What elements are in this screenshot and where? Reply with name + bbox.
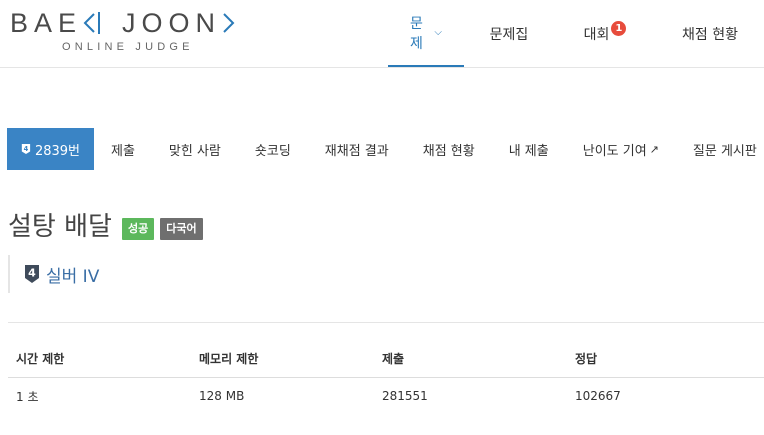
problem-title: 설탕 배달 [8,212,112,242]
cell-accepted: 102667 [575,389,621,403]
silver-tier-icon: 4 [21,144,31,154]
logo-subtitle: ONLINE JUDGE [62,41,194,53]
table-row: 1 초 128 MB 281551 102667 [8,378,764,415]
problem-menu: 4 2839번 제출 맞힌 사람 숏코딩 재채점 결과 채점 현황 내 제출 난… [7,128,764,170]
table-header-row: 시간 제한 메모리 제한 제출 정답 [8,340,764,378]
menu-submit[interactable]: 제출 [94,128,152,170]
header-accepted: 정답 [567,340,764,378]
external-link-icon: ↗ [649,142,659,156]
nav-problems[interactable]: 문제 ⌵ [388,0,464,67]
nav-status[interactable]: 채점 현황 [656,0,764,67]
cell-time-limit: 1 초 [16,389,39,404]
menu-problem-number[interactable]: 4 2839번 [7,128,94,170]
problem-info-table: 시간 제한 메모리 제한 제출 정답 1 초 128 MB 281551 102… [8,340,764,414]
logo-k-mark [83,12,101,34]
multilang-label[interactable]: 다국어 [160,217,203,240]
tier-label: 실버 IV [46,266,100,287]
cell-submissions: 281551 [382,389,428,403]
header-time-limit: 시간 제한 [8,340,191,378]
logo-wordmark: BAE JOON [10,8,237,39]
header-submissions: 제출 [374,340,567,378]
top-nav: 문제 ⌵ 문제집 대회 1 채점 현황 [388,0,764,67]
silver-tier-icon: 4 [25,265,39,283]
nav-workbook[interactable]: 문제집 [464,0,554,67]
svg-text:4: 4 [28,267,36,280]
svg-text:4: 4 [24,145,29,153]
menu-my-submissions[interactable]: 내 제출 [492,128,566,170]
logo-chevron-mark [223,13,235,33]
site-header: BAE JOON ONLINE JUDGE 문제 ⌵ 문제집 대회 1 채점 현황 [0,0,764,68]
nav-contest[interactable]: 대회 1 [554,0,656,67]
chevron-down-icon: ⌵ [434,27,442,38]
baekjoon-logo[interactable]: BAE JOON ONLINE JUDGE [10,8,260,58]
menu-question-board[interactable]: 질문 게시판 [676,128,764,170]
divider [8,322,764,323]
menu-judge-status[interactable]: 채점 현황 [406,128,492,170]
menu-accepted-users[interactable]: 맞힌 사람 [152,128,238,170]
menu-rejudge-results[interactable]: 재채점 결과 [308,128,406,170]
header-memory-limit: 메모리 제한 [191,340,374,378]
success-label[interactable]: 성공 [121,217,155,240]
cell-memory-limit: 128 MB [199,389,245,403]
problem-title-row: 설탕 배달 성공 다국어 [8,206,203,243]
problem-tier[interactable]: 4 실버 IV [8,255,99,293]
menu-short-coding[interactable]: 숏코딩 [238,128,308,170]
menu-difficulty-contribution[interactable]: 난이도 기여 ↗ [566,128,676,170]
contest-count-badge: 1 [611,21,627,36]
